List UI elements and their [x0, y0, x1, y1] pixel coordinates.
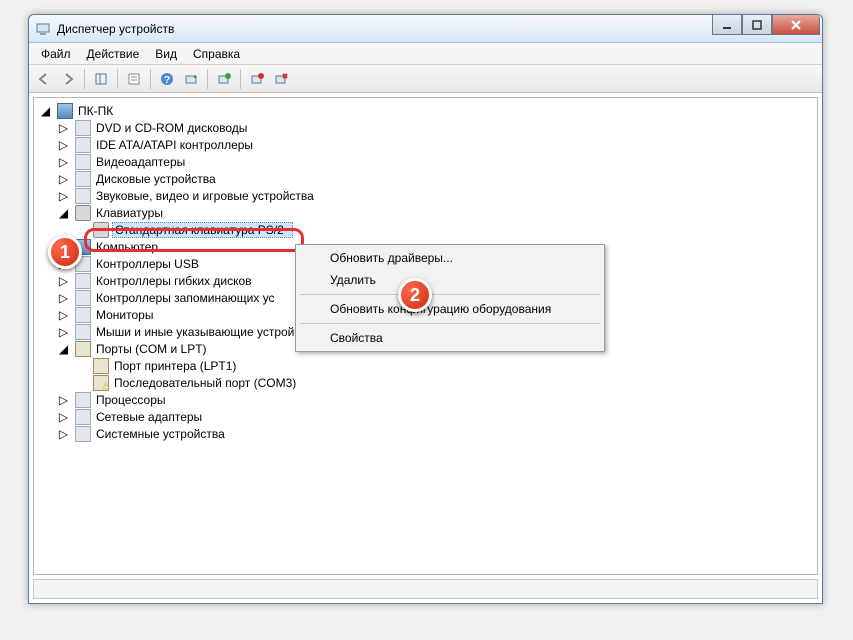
expand-icon[interactable]: ▷	[58, 394, 69, 405]
tree-node[interactable]: ▷IDE ATA/ATAPI контроллеры	[34, 136, 817, 153]
tree-node[interactable]: ▷Видеоадаптеры	[34, 153, 817, 170]
expand-icon[interactable]: ▷	[58, 411, 69, 422]
tree-node[interactable]: ▷DVD и CD-ROM дисководы	[34, 119, 817, 136]
scan-button[interactable]	[180, 68, 202, 90]
port-icon	[75, 341, 91, 357]
back-button[interactable]	[33, 68, 55, 90]
mouse-icon	[75, 324, 91, 340]
printer-port-icon	[93, 358, 109, 374]
storage-icon	[75, 290, 91, 306]
app-icon	[35, 21, 51, 37]
expand-icon[interactable]: ▷	[58, 428, 69, 439]
disk-icon	[75, 171, 91, 187]
status-bar	[33, 579, 818, 599]
display-icon	[75, 154, 91, 170]
menu-view[interactable]: Вид	[147, 45, 185, 63]
expand-icon[interactable]: ▷	[58, 190, 69, 201]
tree-node[interactable]: ▷Дисковые устройства	[34, 170, 817, 187]
network-icon	[75, 409, 91, 425]
toolbar-separator	[117, 69, 118, 89]
tree-root[interactable]: ◢ ПК-ПК	[34, 102, 817, 119]
keyboard-icon	[75, 205, 91, 221]
ctx-scan-hardware[interactable]: Обновить конфигурацию оборудования	[298, 298, 602, 320]
expand-icon[interactable]: ▷	[58, 139, 69, 150]
expand-icon[interactable]: ▷	[58, 258, 69, 269]
tree-node-selected[interactable]: Стандартная клавиатура PS/2	[34, 221, 817, 238]
selected-device-label: Стандартная клавиатура PS/2	[112, 222, 293, 238]
svg-text:?: ?	[164, 75, 170, 86]
toolbar-separator	[240, 69, 241, 89]
window-title: Диспетчер устройств	[57, 22, 174, 36]
root-label: ПК-ПК	[76, 104, 115, 118]
system-icon	[75, 426, 91, 442]
toolbar-separator	[150, 69, 151, 89]
tree-node[interactable]: ▷Процессоры	[34, 391, 817, 408]
tree-node[interactable]: Порт принтера (LPT1)	[34, 357, 817, 374]
collapse-icon[interactable]: ◢	[58, 207, 69, 218]
expand-icon[interactable]: ▷	[58, 326, 69, 337]
computer-icon	[75, 239, 91, 255]
tree-node[interactable]: Последовательный порт (COM3)	[34, 374, 817, 391]
tree-node[interactable]: ▷Звуковые, видео и игровые устройства	[34, 187, 817, 204]
tree-node[interactable]: ▷Системные устройства	[34, 425, 817, 442]
toolbar: ?	[29, 65, 822, 93]
cpu-icon	[75, 392, 91, 408]
ide-icon	[75, 137, 91, 153]
maximize-button[interactable]	[742, 15, 772, 35]
title-bar: Диспетчер устройств	[29, 15, 822, 43]
keyboard-icon	[93, 222, 109, 238]
uninstall-button[interactable]	[246, 68, 268, 90]
usb-icon	[75, 256, 91, 272]
menu-help[interactable]: Справка	[185, 45, 248, 63]
dvd-icon	[75, 120, 91, 136]
expand-icon[interactable]: ▷	[58, 292, 69, 303]
ctx-separator	[300, 294, 600, 295]
context-menu: Обновить драйверы... Удалить Обновить ко…	[295, 244, 605, 352]
sound-icon	[75, 188, 91, 204]
collapse-icon[interactable]: ◢	[58, 343, 69, 354]
toolbar-separator	[84, 69, 85, 89]
tree-node[interactable]: ▷Сетевые адаптеры	[34, 408, 817, 425]
close-button[interactable]	[772, 15, 820, 35]
forward-button[interactable]	[57, 68, 79, 90]
ctx-properties[interactable]: Свойства	[298, 327, 602, 349]
expand-icon[interactable]: ▷	[58, 156, 69, 167]
minimize-button[interactable]	[712, 15, 742, 35]
ctx-separator	[300, 323, 600, 324]
expand-icon[interactable]: ▷	[58, 173, 69, 184]
menu-bar: Файл Действие Вид Справка	[29, 43, 822, 65]
toolbar-separator	[207, 69, 208, 89]
computer-icon	[57, 103, 73, 119]
update-driver-button[interactable]	[213, 68, 235, 90]
floppy-icon	[75, 273, 91, 289]
ctx-update-drivers[interactable]: Обновить драйверы...	[298, 247, 602, 269]
serial-port-warning-icon	[93, 375, 109, 391]
expand-icon[interactable]: ▷	[58, 241, 69, 252]
monitor-icon	[75, 307, 91, 323]
tree-node-keyboards[interactable]: ◢Клавиатуры	[34, 204, 817, 221]
window-controls	[712, 15, 820, 35]
help-button[interactable]: ?	[156, 68, 178, 90]
expand-icon[interactable]: ▷	[58, 275, 69, 286]
collapse-icon[interactable]: ◢	[40, 105, 51, 116]
disable-button[interactable]	[270, 68, 292, 90]
show-hide-tree-button[interactable]	[90, 68, 112, 90]
menu-action[interactable]: Действие	[79, 45, 148, 63]
properties-button[interactable]	[123, 68, 145, 90]
expand-icon[interactable]: ▷	[58, 309, 69, 320]
expand-icon[interactable]: ▷	[58, 122, 69, 133]
menu-file[interactable]: Файл	[33, 45, 79, 63]
ctx-delete[interactable]: Удалить	[298, 269, 602, 291]
